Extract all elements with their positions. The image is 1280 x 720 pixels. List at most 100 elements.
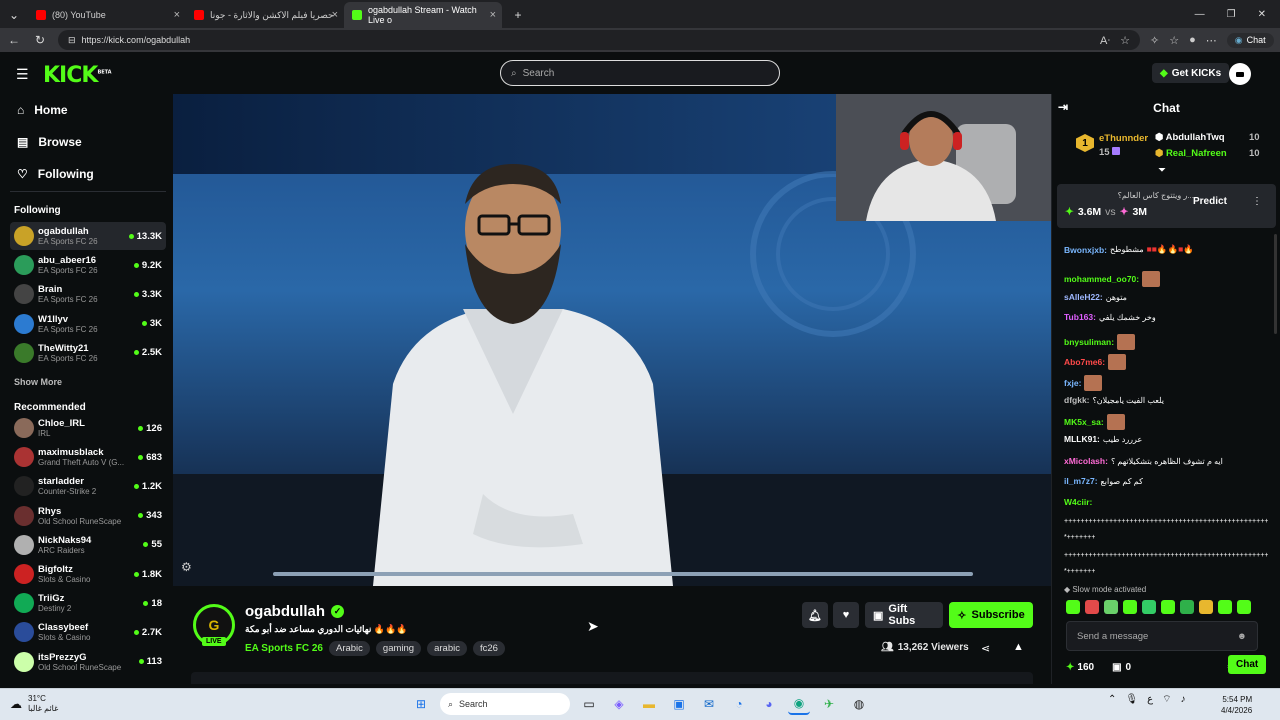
file-explorer-icon[interactable]: ▬: [638, 693, 660, 715]
browser-tab-kick[interactable]: ogabdullah Stream - Watch Live o ×: [344, 2, 502, 28]
copilot-icon[interactable]: ◈: [608, 693, 630, 715]
back-icon[interactable]: ←: [6, 33, 22, 47]
wifi-icon[interactable]: ⌔: [1162, 693, 1171, 706]
tag[interactable]: gaming: [375, 641, 422, 656]
sidebar-channel-brain[interactable]: Brain EA Sports FC 26 3.3K: [10, 280, 166, 308]
sidebar-channel-triigz[interactable]: TriiGz Destiny 2 18: [10, 589, 166, 617]
store-icon[interactable]: ▣: [668, 693, 690, 715]
chat-username[interactable]: Tub163:: [1064, 312, 1096, 322]
favorites-icon[interactable]: ☆: [1169, 34, 1179, 47]
clock[interactable]: 5:54 PM 4/4/2026: [1221, 694, 1252, 716]
more-options-icon[interactable]: ⋮: [1252, 196, 1262, 207]
close-tab-icon[interactable]: ×: [332, 9, 338, 21]
chat-username[interactable]: MK5x_sa:: [1064, 417, 1104, 427]
share-icon[interactable]: ⋖: [981, 642, 990, 655]
sidebar-channel-rhys[interactable]: Rhys Old School RuneScape 343: [10, 502, 166, 530]
emote-icon[interactable]: [1237, 600, 1251, 614]
leaderboard-second[interactable]: ⬢ AbdullahTwq: [1155, 132, 1225, 143]
leaderboard-top-user[interactable]: eThunnder: [1099, 133, 1148, 144]
sidebar-channel-classybeef[interactable]: Classybeef Slots & Casino 2.7K: [10, 618, 166, 646]
close-tab-icon[interactable]: ×: [490, 9, 496, 21]
close-tab-icon[interactable]: ×: [174, 9, 180, 21]
chat-scrollbar[interactable]: [1274, 234, 1277, 334]
chat-username[interactable]: W4ciir:: [1064, 497, 1092, 507]
chat-username[interactable]: bnysuliman:: [1064, 337, 1114, 347]
emote-icon[interactable]: [1066, 600, 1080, 614]
more-options-icon[interactable]: ⋯: [1206, 34, 1217, 47]
chat-username[interactable]: Abo7me6:: [1064, 357, 1105, 367]
copilot-chat-button[interactable]: ◉ Chat: [1226, 32, 1274, 48]
show-more-link[interactable]: Show More: [14, 377, 62, 387]
nav-following[interactable]: ♡ Following: [17, 167, 94, 181]
collapse-chat-icon[interactable]: ⇥: [1058, 100, 1068, 114]
discord-icon[interactable]: ◕: [758, 693, 780, 715]
chat-username[interactable]: sAlleH22:: [1064, 292, 1103, 302]
site-info-icon[interactable]: ⊟: [68, 35, 76, 46]
sidebar-channel-bigfoltz[interactable]: Bigfoltz Slots & Casino 1.8K: [10, 560, 166, 588]
chat-username[interactable]: mohammed_oo70:: [1064, 274, 1139, 284]
maximize-icon[interactable]: ❐: [1227, 9, 1236, 20]
browser-tab-movie[interactable]: حصريا فيلم الاكشن والاثارة - جونا ×: [186, 2, 344, 28]
browser-tab-youtube[interactable]: (80) YouTube ×: [28, 2, 186, 28]
new-tab-icon[interactable]: +: [510, 8, 526, 22]
sidebar-channel-nicknaks94[interactable]: NickNaks94 ARC Raiders 55: [10, 531, 166, 559]
kick-logo[interactable]: KICKBETA: [43, 63, 112, 88]
close-window-icon[interactable]: ✕: [1258, 9, 1266, 20]
emote-icon[interactable]: [1142, 600, 1156, 614]
emote-icon[interactable]: [1218, 600, 1232, 614]
microphone-icon[interactable]: 🎙︎: [1125, 694, 1138, 705]
chat-username[interactable]: xMicolash:: [1064, 456, 1108, 466]
sidebar-channel-ogabdullah[interactable]: ogabdullah EA Sports FC 26 13.3K: [10, 222, 166, 250]
emote-icon[interactable]: [1161, 600, 1175, 614]
notifications-button[interactable]: 🔔︎: [802, 602, 828, 628]
read-aloud-icon[interactable]: Aᐧ: [1100, 34, 1110, 47]
sidebar-channel-w1llyv[interactable]: W1llyv EA Sports FC 26 3K: [10, 310, 166, 338]
channel-name[interactable]: ogabdullah ✓: [245, 603, 344, 620]
emote-icon[interactable]: [1085, 600, 1099, 614]
chat-username[interactable]: fxje:: [1064, 378, 1081, 388]
sidebar-channel-maximusblack[interactable]: maximusblack Grand Theft Auto V (G... 683: [10, 443, 166, 471]
task-view-icon[interactable]: ▭: [578, 693, 600, 715]
language-indicator[interactable]: ع: [1147, 694, 1153, 705]
expand-leaderboard-icon[interactable]: ⏷: [1158, 165, 1166, 176]
obs-icon[interactable]: ◍: [848, 693, 870, 715]
tab-list-icon[interactable]: ⌄: [6, 8, 22, 22]
edge-beta-icon[interactable]: ◔: [728, 693, 750, 715]
nav-browse[interactable]: ▤ Browse: [17, 135, 82, 149]
gift-subs-button[interactable]: ▣ Gift Subs: [865, 602, 943, 628]
sidebar-channel-starladder[interactable]: starladder Counter-Strike 2 1.2K: [10, 472, 166, 500]
chat-message-input[interactable]: Send a message ☻: [1066, 621, 1258, 651]
minimize-icon[interactable]: —: [1195, 9, 1205, 20]
gift-count[interactable]: 0: [1126, 662, 1132, 673]
emote-icon[interactable]: [1123, 600, 1137, 614]
profile-icon[interactable]: ●: [1189, 34, 1196, 46]
refresh-icon[interactable]: ↻: [32, 33, 48, 47]
search-input[interactable]: ⌕ Search: [500, 60, 780, 86]
outlook-icon[interactable]: ✉: [698, 693, 720, 715]
edge-icon[interactable]: ◉: [788, 693, 810, 715]
emote-icon[interactable]: [1104, 600, 1118, 614]
url-field[interactable]: ⊟ https://kick.com/ogabdullah Aᐧ ☆: [58, 30, 1140, 50]
chat-username[interactable]: iI_m7z7:: [1064, 476, 1098, 486]
sidebar-channel-itsprezzyg[interactable]: itsPrezzyG Old School RuneScape 113: [10, 648, 166, 676]
menu-icon[interactable]: ☰: [16, 66, 29, 83]
favorite-star-icon[interactable]: ☆: [1120, 34, 1130, 47]
windows-start-icon[interactable]: ⊞: [410, 693, 432, 715]
get-kicks-button[interactable]: ◆ Get KICKs: [1152, 63, 1230, 83]
report-icon[interactable]: ▲: [1013, 641, 1024, 653]
category-link[interactable]: EA Sports FC 26: [245, 643, 323, 654]
chat-username[interactable]: MLLK91:: [1064, 434, 1100, 444]
tag[interactable]: Arabic: [328, 641, 370, 656]
predict-button[interactable]: Predict: [1193, 196, 1227, 207]
taskbar-search[interactable]: ⌕ Search: [440, 693, 570, 715]
chat-send-button[interactable]: Chat: [1228, 655, 1267, 674]
emoji-icon[interactable]: ☻: [1237, 631, 1247, 642]
chat-username[interactable]: dfgkk:: [1064, 395, 1090, 405]
chat-username[interactable]: Bwonxjxb:: [1064, 245, 1107, 255]
follow-button[interactable]: ♥: [833, 602, 859, 628]
chevron-up-icon[interactable]: ⌃: [1108, 694, 1116, 705]
emote-icon[interactable]: [1180, 600, 1194, 614]
weather-widget[interactable]: ☁ 31°C غائم غالبا: [10, 694, 58, 714]
tag[interactable]: arabic: [427, 641, 467, 656]
volume-icon[interactable]: ♪: [1180, 694, 1185, 705]
